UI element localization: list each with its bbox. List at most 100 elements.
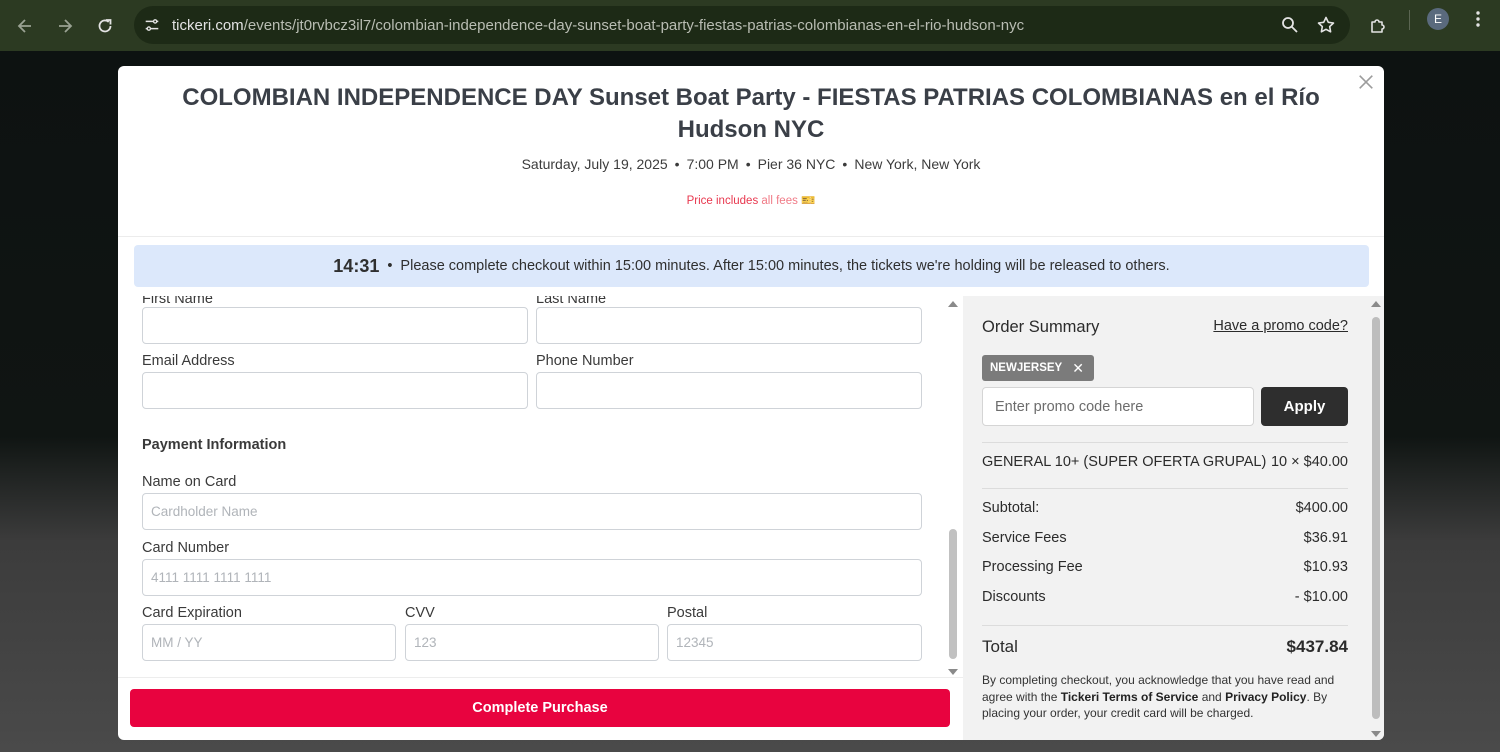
fees-note: Price includes all fees 🎫 <box>118 193 1384 207</box>
forward-button[interactable] <box>45 6 85 46</box>
fees-note-prefix: Price includes <box>686 195 759 207</box>
service-fees-label: Service Fees <box>982 530 1067 546</box>
summary-scrollbar-thumb[interactable] <box>1372 317 1380 719</box>
service-fees-row: Service Fees $36.91 <box>982 530 1348 546</box>
event-location: New York, New York <box>854 156 981 172</box>
terms-of-service-link[interactable]: Tickeri Terms of Service <box>1061 690 1199 704</box>
order-summary-title: Order Summary <box>982 318 1100 336</box>
extensions-button[interactable] <box>1358 7 1398 45</box>
event-title: COLOMBIAN INDEPENDENCE DAY Sunset Boat P… <box>182 84 1320 143</box>
discounts-value: - $10.00 <box>1294 589 1348 605</box>
service-fees-value: $36.91 <box>1303 530 1348 546</box>
phone-input[interactable] <box>536 372 922 409</box>
summary-divider <box>982 442 1348 443</box>
card-number-label: Card Number <box>142 540 230 556</box>
apply-promo-button[interactable]: Apply <box>1261 387 1348 426</box>
name-on-card-label: Name on Card <box>142 474 237 490</box>
event-time: 7:00 PM <box>686 156 739 172</box>
timer-message: Please complete checkout within 15:00 mi… <box>400 258 1170 274</box>
event-date: Saturday, July 19, 2025 <box>521 156 668 172</box>
close-modal-button[interactable] <box>1354 70 1378 94</box>
email-label: Email Address <box>142 353 235 369</box>
first-name-label: First Name <box>142 296 213 307</box>
order-summary-panel: Order Summary Have a promo code? NEWJERS… <box>963 296 1384 740</box>
fees-note-suffix: all fees <box>761 195 798 207</box>
summary-divider <box>982 488 1348 489</box>
subtotal-row: Subtotal: $400.00 <box>982 500 1348 516</box>
name-on-card-input[interactable]: Cardholder Name <box>142 493 922 530</box>
scroll-down-arrow-icon[interactable] <box>948 669 958 675</box>
card-expiration-label: Card Expiration <box>142 605 242 621</box>
timer-remaining: 14:31 <box>333 255 380 276</box>
total-label: Total <box>982 637 1018 656</box>
back-button[interactable] <box>5 6 45 46</box>
url-text: tickeri.com/events/jt0rvbcz3il7/colombia… <box>172 17 1024 34</box>
ticket-name: GENERAL 10+ (SUPER OFERTA GRUPAL) <box>982 454 1267 470</box>
card-number-input[interactable]: 4111 1111 1111 1111 <box>142 559 922 596</box>
last-name-label: Last Name <box>536 296 607 307</box>
total-row: Total $437.84 <box>982 637 1348 657</box>
applied-promo-chip: NEWJERSEY ✕ <box>982 355 1094 381</box>
puzzle-icon <box>1371 18 1385 33</box>
processing-fee-row: Processing Fee $10.93 <box>982 559 1348 575</box>
discounts-row: Discounts - $10.00 <box>982 589 1348 605</box>
subtotal-value: $400.00 <box>1295 500 1348 516</box>
promo-code-input[interactable]: Enter promo code here <box>982 387 1254 426</box>
total-value: $437.84 <box>1286 637 1348 656</box>
arrow-right-icon <box>59 18 73 33</box>
address-bar[interactable]: tickeri.com/events/jt0rvbcz3il7/colombia… <box>134 6 1350 44</box>
checkout-modal: COLOMBIAN INDEPENDENCE DAY Sunset Boat P… <box>118 66 1384 740</box>
reload-button[interactable] <box>85 6 125 46</box>
scroll-up-arrow-icon[interactable] <box>1371 301 1381 307</box>
first-name-input[interactable] <box>142 307 528 344</box>
cvv-label: CVV <box>405 605 435 621</box>
legal-and: and <box>1198 689 1226 704</box>
form-scrollbar[interactable] <box>946 299 960 675</box>
postal-label: Postal <box>667 605 708 621</box>
browser-menu-button[interactable] <box>1468 9 1488 29</box>
profile-avatar[interactable]: E <box>1427 8 1449 30</box>
postal-input[interactable]: 12345 <box>667 624 922 661</box>
payment-section-heading: Payment Information <box>142 437 287 453</box>
processing-fee-label: Processing Fee <box>982 559 1083 575</box>
subtotal-label: Subtotal: <box>982 500 1040 516</box>
cvv-input[interactable]: 123 <box>405 624 659 661</box>
form-footer-divider <box>118 677 963 678</box>
applied-promo-code: NEWJERSEY <box>990 362 1063 374</box>
site-info-icon[interactable] <box>142 15 162 35</box>
event-venue: Pier 36 NYC <box>757 156 836 172</box>
last-name-input[interactable] <box>536 307 922 344</box>
zoom-icon[interactable] <box>1280 15 1300 35</box>
card-expiration-input[interactable]: MM / YY <box>142 624 396 661</box>
ticket-line: GENERAL 10+ (SUPER OFERTA GRUPAL) 10 × $… <box>982 454 1348 470</box>
kebab-menu-icon <box>1476 11 1480 27</box>
toolbar-separator <box>1409 10 1410 30</box>
checkout-timer-banner: 14:31 • Please complete checkout within … <box>134 245 1369 287</box>
summary-divider <box>982 625 1348 626</box>
complete-purchase-button[interactable]: Complete Purchase <box>130 689 950 727</box>
promo-code-link[interactable]: Have a promo code? <box>1213 318 1348 334</box>
checkout-form: First Name Last Name Email Address Phone… <box>118 296 963 674</box>
ticket-icon: 🎫 <box>801 195 816 207</box>
summary-scrollbar[interactable] <box>1369 299 1383 739</box>
discounts-label: Discounts <box>982 589 1046 605</box>
privacy-policy-link[interactable]: Privacy Policy <box>1225 690 1306 704</box>
bookmark-star-icon[interactable] <box>1316 15 1336 35</box>
form-scrollbar-thumb[interactable] <box>949 529 957 659</box>
phone-label: Phone Number <box>536 353 634 369</box>
scroll-up-arrow-icon[interactable] <box>948 301 958 307</box>
timer-bullet: • <box>387 258 393 274</box>
legal-notice: By completing checkout, you acknowledge … <box>982 672 1352 722</box>
event-meta: Saturday, July 19, 2025 • 7:00 PM • Pier 36 … <box>521 156 981 172</box>
browser-toolbar: tickeri.com/events/jt0rvbcz3il7/colombia… <box>0 0 1500 51</box>
reload-icon <box>98 18 112 32</box>
ticket-qty-price: 10 × $40.00 <box>1270 454 1348 470</box>
header-divider <box>118 236 1384 237</box>
processing-fee-value: $10.93 <box>1303 559 1348 575</box>
url-path: /events/jt0rvbcz3il7/colombian-independe… <box>243 16 1025 34</box>
scroll-down-arrow-icon[interactable] <box>1371 731 1381 737</box>
remove-promo-icon[interactable]: ✕ <box>1072 360 1084 377</box>
url-host: tickeri.com <box>172 16 244 34</box>
email-input[interactable] <box>142 372 528 409</box>
arrow-left-icon <box>17 18 31 33</box>
